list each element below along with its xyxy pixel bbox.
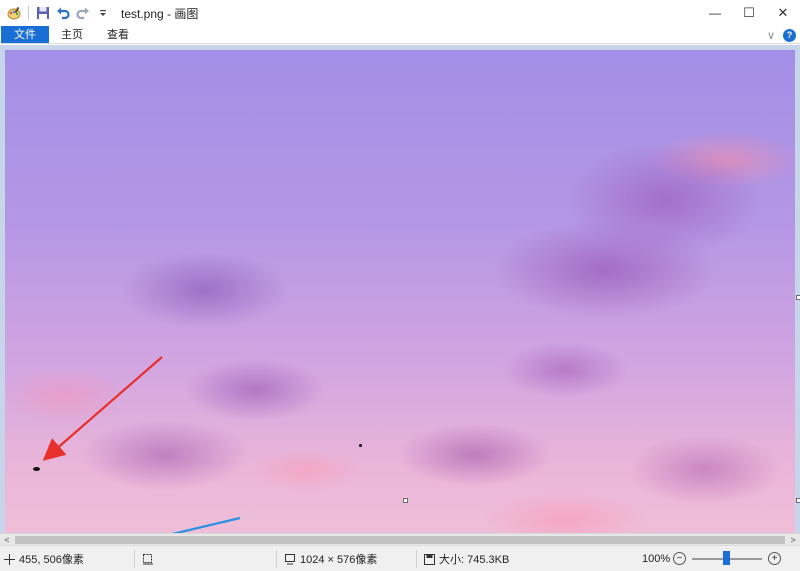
title-bar: test.png - 画图 — ☐ ✕ bbox=[0, 0, 800, 26]
minimize-icon: — bbox=[709, 6, 721, 20]
toolbar-divider bbox=[28, 6, 29, 20]
help-icon[interactable]: ? bbox=[783, 28, 796, 42]
ribbon-tab-bar: 文件 主页 查看 ∨ ? bbox=[0, 26, 800, 44]
status-divider bbox=[416, 550, 417, 568]
tab-view[interactable]: 查看 bbox=[95, 26, 141, 43]
file-size: 大小: 745.3KB bbox=[424, 546, 509, 571]
zoom-out-button[interactable]: − bbox=[673, 552, 686, 565]
zoom-level: 100% bbox=[642, 546, 670, 571]
black-mark bbox=[33, 467, 40, 471]
zoom-level-text: 100% bbox=[642, 553, 671, 565]
save-icon[interactable] bbox=[35, 5, 51, 21]
scrollbar-thumb[interactable] bbox=[15, 536, 785, 544]
zoom-slider-thumb[interactable] bbox=[723, 551, 730, 565]
horizontal-scrollbar[interactable]: < > bbox=[0, 533, 800, 545]
undo-icon[interactable] bbox=[55, 5, 71, 21]
canvas-area[interactable] bbox=[0, 45, 800, 533]
tab-home[interactable]: 主页 bbox=[49, 26, 95, 43]
cursor-position: 455, 506像素 bbox=[4, 546, 84, 571]
maximize-icon: ☐ bbox=[743, 5, 755, 20]
disk-icon bbox=[424, 553, 435, 565]
file-size-text: 大小: 745.3KB bbox=[439, 554, 510, 566]
black-dot bbox=[359, 444, 362, 447]
zoom-in-button[interactable]: + bbox=[768, 552, 781, 565]
close-button[interactable]: ✕ bbox=[766, 0, 800, 26]
redo-icon[interactable] bbox=[75, 5, 91, 21]
selection-size bbox=[142, 546, 158, 571]
minimize-button[interactable]: — bbox=[698, 0, 732, 26]
collapse-ribbon-icon[interactable]: ∨ bbox=[767, 29, 775, 42]
status-bar: 455, 506像素 1024 × 576像素 大小: 745.3KB 100%… bbox=[0, 545, 800, 571]
paint-app-icon[interactable] bbox=[6, 5, 22, 21]
resize-handle-right[interactable] bbox=[796, 295, 800, 300]
quick-access-toolbar bbox=[0, 0, 115, 26]
image-dimensions: 1024 × 576像素 bbox=[284, 546, 377, 571]
customize-dropdown-icon[interactable] bbox=[95, 5, 111, 21]
window-title: test.png - 画图 bbox=[121, 6, 199, 21]
close-icon: ✕ bbox=[777, 5, 789, 20]
cursor-position-text: 455, 506像素 bbox=[19, 554, 84, 566]
resize-handle-corner[interactable] bbox=[796, 498, 800, 503]
tab-file[interactable]: 文件 bbox=[1, 26, 49, 43]
window-controls: — ☐ ✕ bbox=[698, 0, 800, 26]
selection-size-icon bbox=[143, 554, 153, 565]
resize-handle-bottom[interactable] bbox=[403, 498, 408, 503]
image-dimensions-icon bbox=[285, 554, 295, 565]
ribbon-right-controls: ∨ ? bbox=[767, 26, 796, 44]
maximize-button[interactable]: ☐ bbox=[732, 0, 766, 26]
status-divider bbox=[276, 550, 277, 568]
image-dimensions-text: 1024 × 576像素 bbox=[300, 554, 378, 566]
status-divider bbox=[134, 550, 135, 568]
canvas-image[interactable] bbox=[5, 50, 795, 533]
cursor-position-icon bbox=[4, 553, 15, 565]
